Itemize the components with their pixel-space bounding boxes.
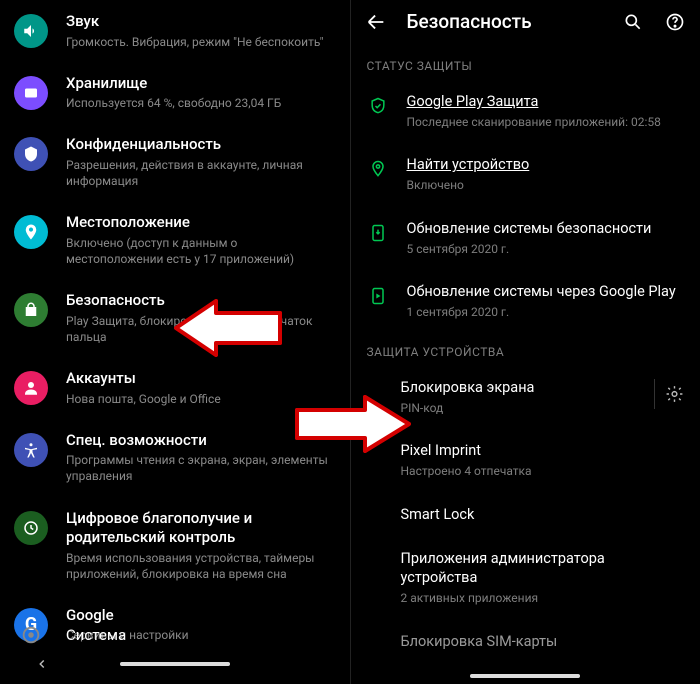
nav-home-pill[interactable] bbox=[120, 662, 230, 666]
annotation-arrow-left bbox=[172, 299, 282, 357]
status-sub: 5 сентября 2020 г. bbox=[407, 242, 685, 258]
item-title: Аккаунты bbox=[66, 369, 334, 389]
device-item-sim-lock[interactable]: Блокировка SIM-карты bbox=[351, 621, 700, 666]
storage-icon bbox=[14, 76, 48, 110]
status-item-find-device[interactable]: Найти устройство Включено bbox=[351, 144, 700, 207]
device-item-admin-apps[interactable]: Приложения администратора устройства 2 а… bbox=[351, 538, 700, 620]
item-sub: Разрешения, действия в аккаунте, личная … bbox=[66, 157, 334, 189]
device-title: Smart Lock bbox=[401, 506, 685, 525]
status-sub: Включено bbox=[407, 178, 685, 194]
nav-home-pill[interactable] bbox=[470, 674, 580, 678]
status-title: Обновление системы через Google Play bbox=[407, 283, 685, 302]
nav-bar bbox=[0, 644, 350, 684]
status-sub: Последнее сканирование приложений: 02:58 bbox=[407, 115, 685, 131]
system-label: Система bbox=[66, 626, 126, 644]
help-icon[interactable] bbox=[664, 11, 686, 33]
device-sub: Настроено 4 отпечатка bbox=[401, 464, 685, 480]
section-device-header: ЗАЩИТА УСТРОЙСТВА bbox=[351, 335, 700, 367]
setting-item-storage[interactable]: Хранилище Используется 64 %, свободно 23… bbox=[0, 62, 350, 124]
device-title: Блокировка экрана bbox=[401, 379, 629, 398]
item-sub: Время использования устройства, таймеры … bbox=[66, 550, 334, 582]
setting-item-sound[interactable]: Звук Громкость. Вибрация, режим "Не бесп… bbox=[0, 0, 350, 62]
security-header: Безопасность bbox=[351, 0, 700, 49]
wellbeing-icon bbox=[14, 511, 48, 545]
section-status-header: СТАТУС ЗАЩИТЫ bbox=[351, 49, 700, 81]
annotation-arrow-right bbox=[293, 394, 413, 454]
shield-icon bbox=[367, 95, 389, 117]
accessibility-icon bbox=[14, 433, 48, 467]
item-sub: Громкость. Вибрация, режим "Не беспокоит… bbox=[66, 34, 334, 50]
status-sub: 1 сентября 2020 г. bbox=[407, 305, 685, 321]
item-title: Хранилище bbox=[66, 74, 334, 94]
security-icon bbox=[14, 293, 48, 327]
setting-item-location[interactable]: Местоположение Включено (доступ к данным… bbox=[0, 201, 350, 279]
device-title: Приложения администратора устройства bbox=[401, 550, 685, 588]
item-sub: Используется 64 %, свободно 23,04 ГБ bbox=[66, 95, 334, 111]
item-title: Местоположение bbox=[66, 213, 334, 233]
status-item-play-protect[interactable]: Google Play Защита Последнее сканировани… bbox=[351, 81, 700, 144]
device-title: Блокировка SIM-карты bbox=[401, 633, 685, 652]
status-item-security-update[interactable]: Обновление системы безопасности 5 сентяб… bbox=[351, 208, 700, 271]
gear-icon[interactable] bbox=[654, 379, 684, 409]
status-title: Найти устройство bbox=[407, 156, 685, 175]
security-pane: Безопасность СТАТУС ЗАЩИТЫ Google Play З… bbox=[351, 0, 700, 684]
privacy-icon bbox=[14, 137, 48, 171]
device-sub: PIN-код bbox=[401, 401, 629, 417]
status-title: Обновление системы безопасности bbox=[407, 220, 685, 239]
accounts-icon bbox=[14, 371, 48, 405]
device-sub: 2 активных приложения bbox=[401, 591, 685, 607]
nav-back-button[interactable] bbox=[35, 657, 49, 671]
device-title: Pixel Imprint bbox=[401, 442, 685, 461]
setting-item-privacy[interactable]: Конфиденциальность Разрешения, действия … bbox=[0, 123, 350, 201]
item-sub: Программы чтения с экрана, экран, элемен… bbox=[66, 452, 334, 484]
setting-item-wellbeing[interactable]: Цифровое благополучие и родительский кон… bbox=[0, 497, 350, 594]
location-icon bbox=[14, 215, 48, 249]
update-icon bbox=[367, 222, 389, 244]
item-title: Цифровое благополучие и родительский кон… bbox=[66, 509, 334, 548]
back-arrow-icon[interactable] bbox=[365, 11, 387, 33]
play-update-icon bbox=[367, 285, 389, 307]
status-title: Google Play Защита bbox=[407, 93, 685, 112]
page-title: Безопасность bbox=[407, 10, 603, 33]
item-title: Звук bbox=[66, 12, 334, 32]
pin-icon bbox=[367, 158, 389, 180]
search-icon[interactable] bbox=[622, 11, 644, 33]
device-item-smart-lock[interactable]: Smart Lock bbox=[351, 494, 700, 539]
item-sub: Включено (доступ к данным о местоположен… bbox=[66, 235, 334, 267]
item-title: Конфиденциальность bbox=[66, 135, 334, 155]
sound-icon bbox=[14, 14, 48, 48]
status-item-play-system-update[interactable]: Обновление системы через Google Play 1 с… bbox=[351, 271, 700, 334]
